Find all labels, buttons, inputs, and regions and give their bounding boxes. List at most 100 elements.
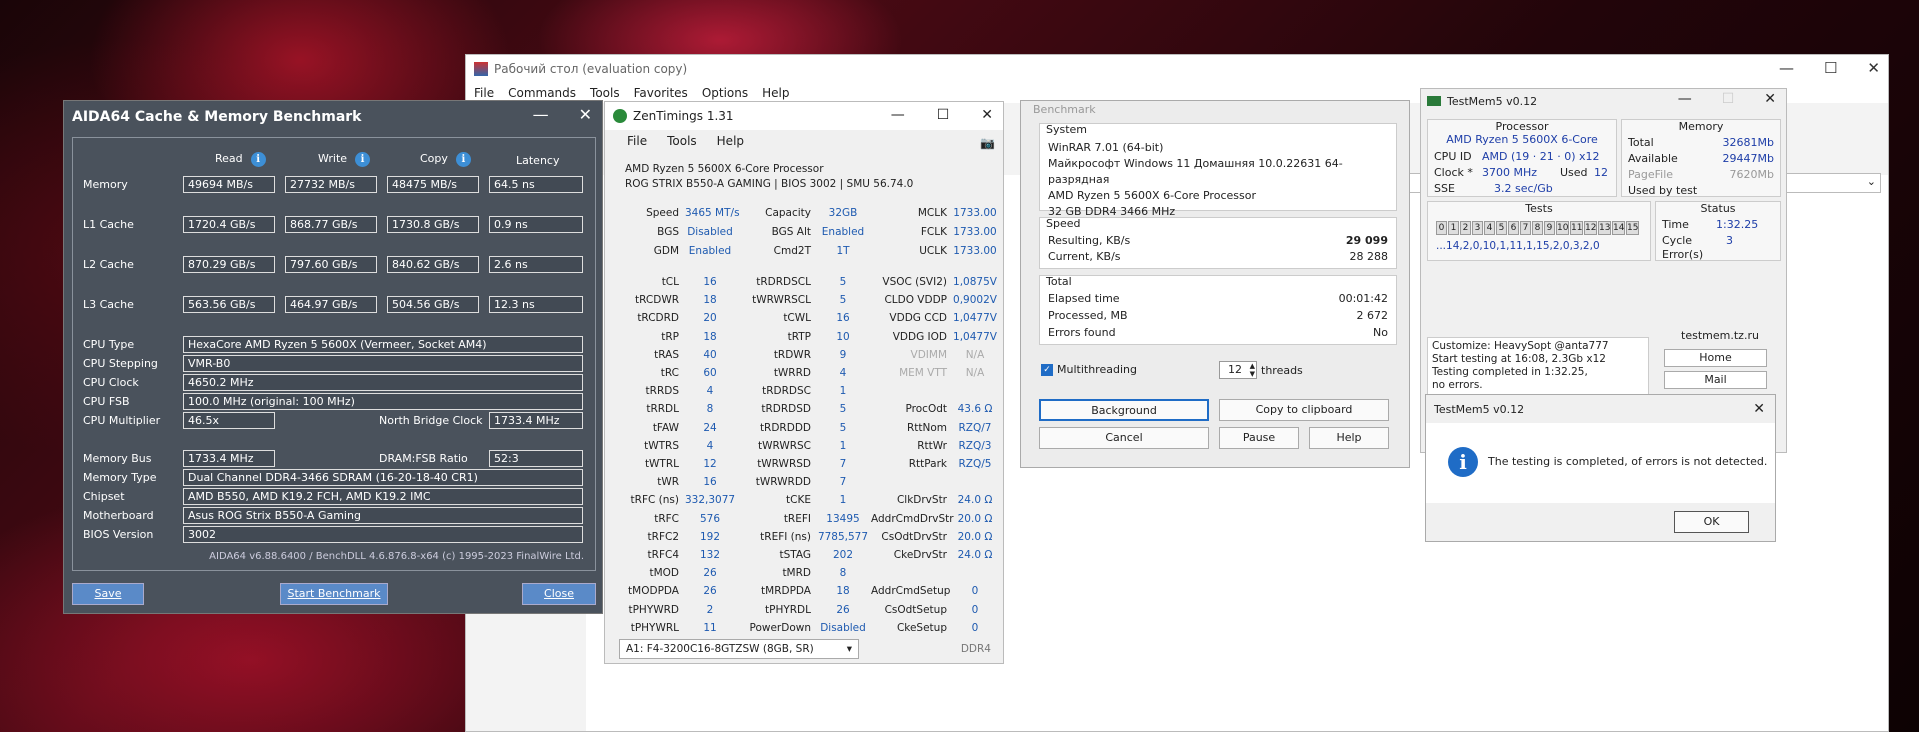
timing-value: 24.0 Ω (957, 494, 993, 507)
ddr-type: DDR4 (960, 643, 991, 655)
timing-label: tRDRDSD (761, 403, 811, 416)
timing-value: Enabled (688, 245, 732, 257)
timing-value: 7 (839, 458, 847, 470)
site-link[interactable]: testmem.tz.ru (1665, 329, 1775, 342)
menu-help[interactable]: Help (717, 134, 744, 148)
timing-label: RttWr (917, 439, 947, 452)
timing-label: tMRDPDA (761, 585, 811, 598)
pagefile-value: 7620Mb (1729, 168, 1774, 181)
timing-value: 11 (703, 621, 717, 634)
close-icon[interactable]: ✕ (579, 105, 592, 124)
minimize-icon[interactable]: — (1678, 91, 1692, 107)
mail-button[interactable]: Mail (1664, 371, 1767, 389)
menu-tools[interactable]: Tools (590, 86, 620, 100)
timing-value: 5 (839, 294, 847, 307)
processor-value: AMD Ryzen 5 5600X 6-Core (1446, 133, 1598, 146)
cpuid-value: AMD (19 · 21 · 0) x12 (1482, 150, 1600, 163)
test-indicator: 8 (1532, 221, 1543, 235)
minimize-icon[interactable]: — (891, 107, 905, 123)
cycle-value: 3 (1726, 234, 1733, 247)
timing-value: 132 (699, 549, 721, 561)
timing-value: 10 (836, 330, 850, 343)
copy-clipboard-button[interactable]: Copy to clipboard (1219, 399, 1389, 421)
close-icon[interactable]: ✕ (1764, 91, 1776, 107)
info-icon[interactable]: i (455, 152, 471, 167)
cpu-type-value: HexaCore AMD Ryzen 5 5600X (Vermeer, Soc… (183, 336, 583, 353)
close-icon[interactable]: ✕ (1867, 59, 1880, 77)
cycle-label: Cycle (1662, 234, 1693, 247)
chevron-down-icon: ▾ (846, 643, 852, 655)
save-button[interactable]: Save (72, 583, 144, 605)
memory-read: 49694 MB/s (183, 176, 275, 193)
timing-value: 9 (839, 348, 847, 361)
pause-button[interactable]: Pause (1219, 427, 1299, 449)
total-label: Total (1628, 136, 1654, 149)
benchmark-dialog: Benchmark System WinRAR 7.01 (64-bit) Ма… (1020, 100, 1410, 468)
winrar-titlebar[interactable]: Рабочий стол (evaluation copy) (466, 55, 1888, 83)
timing-label: tRDWR (773, 348, 811, 361)
timing-value: 60 (703, 367, 717, 379)
menu-favorites[interactable]: Favorites (634, 86, 688, 100)
timing-label: tWRWRSCL (752, 294, 811, 307)
minimize-icon[interactable]: — (1779, 59, 1794, 77)
close-button[interactable]: Close (522, 583, 596, 605)
test-indicator: 6 (1508, 221, 1519, 235)
l1-write: 868.77 GB/s (285, 216, 377, 233)
info-icon[interactable]: i (250, 152, 266, 167)
timing-label: Speed (646, 207, 679, 219)
menu-file[interactable]: File (474, 86, 494, 100)
timing-label: ProcOdt (905, 403, 947, 416)
menu-commands[interactable]: Commands (508, 86, 576, 100)
timing-label: tMODPDA (628, 585, 679, 598)
system-line: AMD Ryzen 5 5600X 6-Core Processor (1048, 189, 1256, 202)
timing-label: VDDG IOD (892, 330, 947, 343)
timing-label: RttPark (908, 458, 947, 470)
timing-label: tREFI (783, 512, 811, 525)
threads-spinner[interactable]: 12 ▲ ▼ (1219, 361, 1257, 379)
ok-button[interactable]: OK (1674, 511, 1749, 533)
camera-icon[interactable]: 📷 (980, 136, 995, 150)
timing-value: 1733.00 (953, 207, 997, 219)
tests-indicators: 0 1 2 3 4 5 6 7 8 9 10 11 12 13 14 15 (1436, 220, 1640, 235)
mem-bus-label: Memory Bus (83, 452, 152, 465)
processed-value: 2 672 (1356, 309, 1389, 322)
menu-help[interactable]: Help (762, 86, 789, 100)
spinner-arrows-icon[interactable]: ▲ ▼ (1250, 362, 1255, 378)
timing-value: 1 (839, 494, 847, 507)
background-button[interactable]: Background (1039, 399, 1209, 421)
timing-label: tSTAG (779, 549, 811, 561)
info-icon: i (1448, 447, 1478, 477)
close-icon[interactable]: ✕ (981, 107, 993, 123)
home-button[interactable]: Home (1664, 349, 1767, 367)
dimm-select[interactable]: A1: F4-3200C16-8GTZSW (8GB, SR) ▾ (619, 639, 859, 659)
menu-options[interactable]: Options (702, 86, 748, 100)
test-indicator: 7 (1520, 221, 1531, 235)
menu-tools[interactable]: Tools (667, 134, 697, 148)
clock-value: 3700 MHz (1482, 166, 1538, 179)
cancel-button[interactable]: Cancel (1039, 427, 1209, 449)
timing-value: Enabled (821, 226, 865, 238)
testmem5-title: TestMem5 v0.12 (1447, 94, 1538, 108)
maximize-icon[interactable]: ☐ (937, 107, 950, 123)
minimize-icon[interactable]: — (533, 105, 549, 124)
timing-label: UCLK (919, 245, 947, 257)
available-label: Available (1628, 152, 1678, 165)
dialog-titlebar[interactable]: TestMem5 v0.12 (1426, 395, 1775, 423)
zentimings-title: ZenTimings 1.31 (633, 109, 734, 123)
dialog-message: The testing is completed, of errors is n… (1488, 455, 1768, 468)
help-button[interactable]: Help (1309, 427, 1389, 449)
timing-value: 12 (703, 458, 717, 470)
row-label-l3: L3 Cache (83, 298, 134, 311)
multithreading-checkbox[interactable]: ✓ Multithreading (1041, 363, 1137, 376)
chevron-down-icon[interactable]: ⌄ (1867, 175, 1876, 188)
maximize-icon[interactable]: ☐ (1824, 59, 1837, 77)
menu-file[interactable]: File (627, 134, 647, 148)
aida64-window: AIDA64 Cache & Memory Benchmark — ✕ Read… (63, 100, 603, 614)
info-icon[interactable]: i (355, 152, 371, 167)
close-icon[interactable]: ✕ (1753, 401, 1765, 417)
start-benchmark-button[interactable]: Start Benchmark (280, 583, 388, 605)
tests-box: Tests 0 1 2 3 4 5 6 7 8 9 10 11 12 13 14 15 ...14,2,0,1… (1427, 201, 1651, 261)
timing-value: 1 (839, 439, 847, 452)
timing-label: tWR (657, 476, 679, 489)
timing-value: 4 (706, 385, 714, 398)
